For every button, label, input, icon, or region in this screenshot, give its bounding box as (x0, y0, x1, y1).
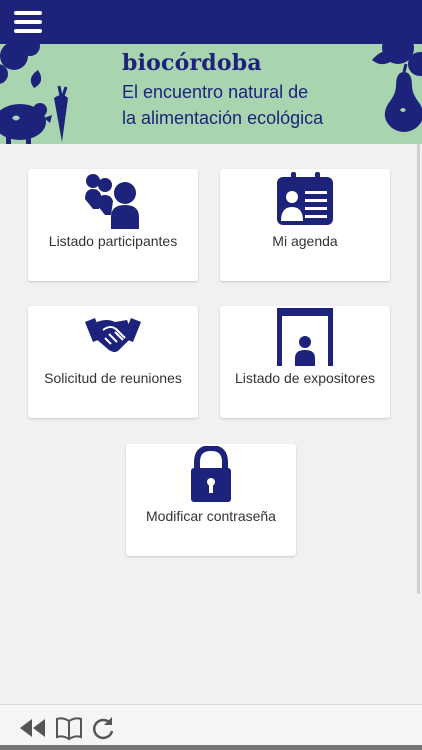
exhibitors-label: Listado de expositores (234, 370, 376, 386)
banner: biocórdoba El encuentro natural de la al… (0, 44, 422, 144)
agenda-icon (277, 172, 333, 225)
rewind-icon[interactable] (18, 713, 48, 743)
exhibitor-booth-icon (277, 308, 333, 366)
tagline-line-2: la alimentación ecológica (122, 108, 324, 128)
agenda-card[interactable]: Mi agenda (220, 169, 390, 281)
main-menu: Listado participantes Mi agenda Solicitu… (0, 144, 422, 704)
bottom-edge (0, 745, 422, 750)
exhibitors-card[interactable]: Listado de expositores (220, 306, 390, 418)
tagline-line-1: El encuentro natural de (122, 82, 309, 102)
app-header (0, 0, 422, 44)
bottom-toolbar (0, 704, 422, 750)
brand-title: biocórdoba (122, 50, 262, 76)
handshake-icon (85, 318, 141, 352)
change-password-label: Modificar contraseña (146, 508, 276, 524)
hamburger-menu-icon[interactable] (14, 11, 44, 33)
refresh-icon[interactable] (88, 713, 118, 743)
participants-card[interactable]: Listado participantes (28, 169, 198, 281)
lock-icon (191, 446, 231, 502)
meetings-label: Solicitud de reuniones (44, 370, 182, 386)
meetings-card[interactable]: Solicitud de reuniones (28, 306, 198, 418)
scrollbar[interactable] (417, 144, 420, 594)
participants-label: Listado participantes (48, 233, 178, 249)
book-icon[interactable] (54, 713, 84, 743)
agenda-label: Mi agenda (272, 233, 338, 249)
participants-icon (85, 174, 139, 229)
change-password-card[interactable]: Modificar contraseña (126, 444, 296, 556)
